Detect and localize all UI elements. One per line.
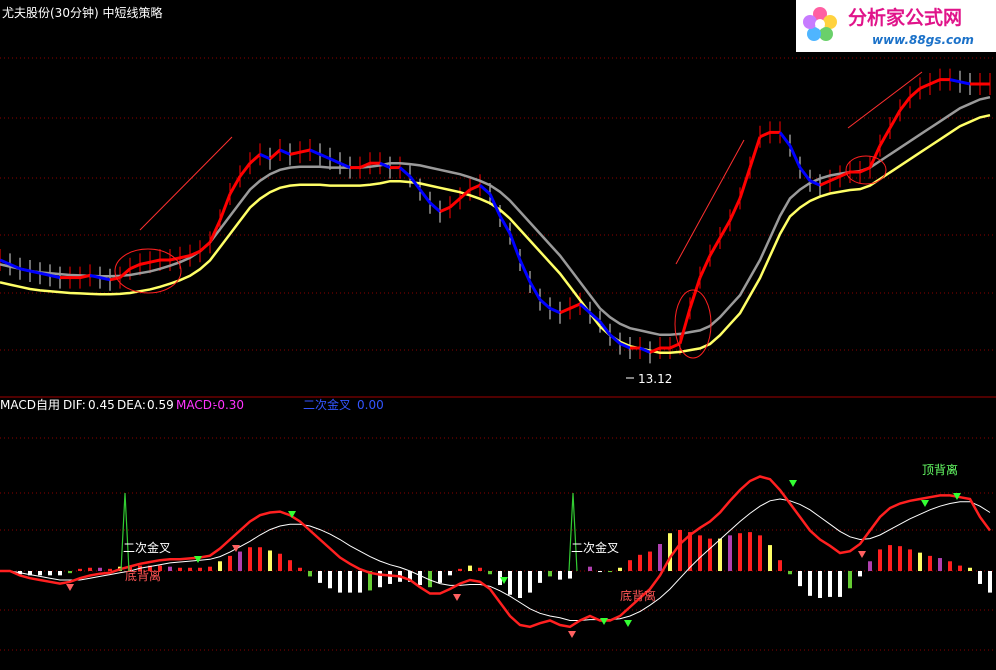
flower-logo-icon: 分析家公式网 www.88gs.com [803,6,974,47]
low-price-label: 13.12 [638,372,672,386]
annotation-bottom-divergence-1: 底背离 [125,568,161,583]
cross-value: 0.00 [357,398,384,412]
macd-value: -0.30 [213,398,244,412]
annotation-second-cross-2: 二次金叉 [571,540,619,555]
annotation-second-cross-1: 二次金叉 [123,540,171,555]
annotation-bottom-divergence-2: 底背离 [620,588,656,603]
dea-value: 0.59 [147,398,174,412]
dif-label: DIF: [63,398,86,412]
macd-title: MACD自用 [0,398,60,412]
watermark-url: www.88gs.com [872,33,974,47]
annotation-top-divergence: 顶背离 [922,462,958,477]
dif-value: 0.45 [88,398,115,412]
watermark-logo: 分析家公式网 www.88gs.com [796,0,996,52]
watermark-name: 分析家公式网 [848,6,962,29]
stock-chart: 尤夫股份(30分钟) 中短线策略 13.12 MACD自用 DIF: 0.45 … [0,0,996,670]
chart-title: 尤夫股份(30分钟) 中短线策略 [2,5,162,20]
macd-label: MACD: [176,398,216,412]
cross-label: 二次金叉 [303,397,351,412]
dea-label: DEA: [117,398,146,412]
